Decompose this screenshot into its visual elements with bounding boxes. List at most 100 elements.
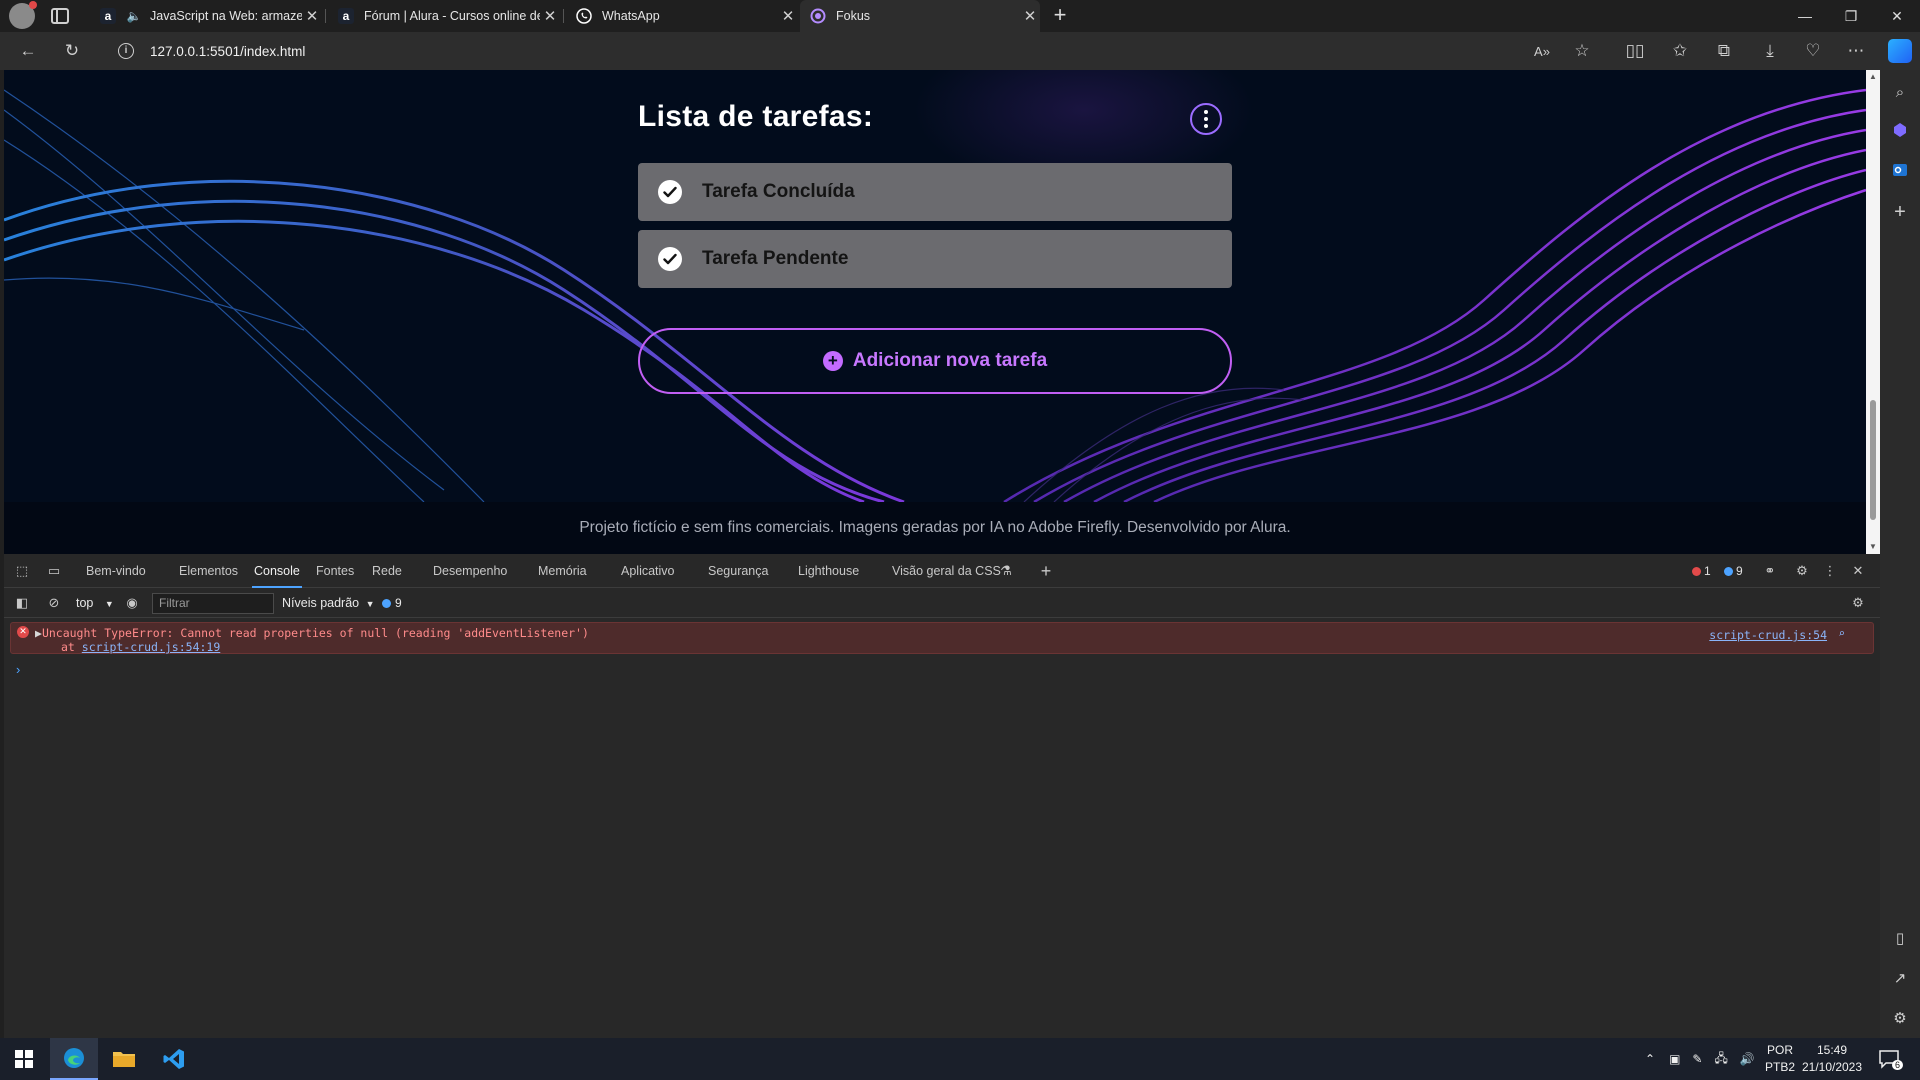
meet-now-icon[interactable]: ▣ (1669, 1052, 1680, 1066)
address-bar[interactable]: i 127.0.0.1:5501/index.html (106, 36, 1586, 66)
sidebar-panel-icon[interactable]: ▯ (1890, 928, 1910, 948)
edge-taskbar-icon[interactable] (50, 1038, 98, 1080)
refresh-icon[interactable]: ↻ (62, 41, 82, 61)
devtools-tab-performance[interactable]: Desempenho (433, 564, 507, 578)
filter-input[interactable]: Filtrar (152, 593, 274, 614)
sidebar-toggle-icon[interactable]: ◧ (14, 595, 30, 611)
split-screen-icon[interactable]: ▯▯ (1625, 41, 1645, 61)
console-prompt-icon[interactable]: › (16, 662, 20, 677)
site-info-icon[interactable]: i (118, 43, 134, 59)
connection-icon[interactable]: ⚭ (1762, 563, 1778, 579)
console-issues-button[interactable]: 9 (382, 596, 402, 610)
devtools-tab-welcome[interactable]: Bem-vindo (86, 564, 146, 578)
close-devtools-icon[interactable]: ✕ (1850, 563, 1866, 579)
external-link-icon[interactable]: ↗ (1890, 968, 1910, 988)
kebab-dot (1204, 117, 1208, 121)
language-indicator[interactable]: POR PTB2 (1765, 1038, 1795, 1080)
clock[interactable]: 15:49 21/10/2023 (1800, 1038, 1864, 1080)
context-label: top (76, 596, 94, 610)
fokus-icon (810, 8, 826, 24)
back-icon[interactable]: ← (18, 41, 38, 61)
notification-center-icon[interactable]: 6 (1878, 1038, 1904, 1080)
search-icon[interactable]: ⌕ (1838, 627, 1845, 640)
pen-icon[interactable]: ✎ (1692, 1052, 1702, 1066)
copilot-side-icon[interactable] (1890, 120, 1910, 140)
tab-title: Fórum | Alura - Cursos online de (364, 9, 540, 23)
more-options-button[interactable] (1190, 103, 1222, 135)
issue-count-badge[interactable]: 9 (1724, 564, 1743, 578)
favorites-icon[interactable]: ✩ (1670, 41, 1690, 61)
devtools-settings-icon[interactable]: ⚙ (1794, 563, 1810, 579)
scroll-down-arrow-icon[interactable]: ▼ (1869, 542, 1877, 551)
page-scrollbar[interactable]: ▲ ▼ (1866, 70, 1880, 554)
devtools-tab-elements[interactable]: Elementos (179, 564, 238, 578)
devtools-tab-application[interactable]: Aplicativo (621, 564, 675, 578)
devtools-tab-css-overview[interactable]: Visão geral da CSS (892, 564, 1001, 578)
log-levels-dropdown[interactable]: Níveis padrão ▼ (282, 596, 375, 610)
close-tab-icon[interactable]: ✕ (778, 7, 798, 25)
live-expression-eye-icon[interactable]: ◉ (124, 595, 140, 611)
inspect-element-icon[interactable]: ⬚ (14, 563, 30, 579)
levels-label: Níveis padrão (282, 596, 360, 610)
console-settings-icon[interactable]: ⚙ (1850, 595, 1866, 611)
speaker-icon[interactable]: 🔈 (126, 8, 142, 24)
stack-link[interactable]: script-crud.js:54:19 (82, 640, 220, 654)
check-circle-icon[interactable] (658, 247, 682, 271)
search-icon[interactable]: ⌕ (1890, 82, 1910, 102)
profile-avatar[interactable] (9, 1, 37, 29)
task-label: Tarefa Concluída (702, 181, 855, 202)
clear-console-icon[interactable]: ⊘ (46, 595, 62, 611)
check-circle-icon[interactable] (658, 180, 682, 204)
devtools-tab-security[interactable]: Segurança (708, 564, 768, 578)
new-tab-button[interactable]: + (1048, 4, 1072, 28)
expand-triangle-icon[interactable]: ▶ (35, 626, 42, 640)
outlook-icon[interactable] (1890, 160, 1910, 180)
file-explorer-icon[interactable] (100, 1038, 148, 1080)
close-tab-icon[interactable]: ✕ (302, 7, 322, 25)
task-item[interactable]: Tarefa Concluída (638, 163, 1232, 221)
restore-icon[interactable]: ❐ (1828, 0, 1874, 32)
start-button[interactable] (0, 1038, 48, 1080)
close-window-icon[interactable]: ✕ (1874, 0, 1920, 32)
sidebar-settings-icon[interactable]: ⚙ (1890, 1008, 1910, 1028)
clock-time: 15:49 (1816, 1043, 1848, 1057)
extensions-icon[interactable]: ♡ (1803, 41, 1823, 61)
devtools-tab-sources[interactable]: Fontes (316, 564, 354, 578)
minimize-icon[interactable]: — (1782, 0, 1828, 32)
browser-tab-4-active[interactable]: Fokus ✕ (800, 0, 1040, 32)
volume-icon[interactable]: 🔊 (1740, 1052, 1755, 1066)
more-menu-icon[interactable]: ⋯ (1846, 41, 1866, 61)
vscode-icon[interactable] (150, 1038, 198, 1080)
copilot-icon[interactable] (1888, 39, 1912, 63)
close-tab-icon[interactable]: ✕ (540, 7, 560, 25)
console-error-message[interactable]: ✕ ▶Uncaught TypeError: Cannot read prope… (10, 622, 1874, 654)
show-hidden-icons-icon[interactable]: ⌃ (1645, 1052, 1655, 1066)
devtools-tab-memory[interactable]: Memória (538, 564, 587, 578)
device-toolbar-icon[interactable]: ▭ (46, 563, 62, 579)
browser-tab-1[interactable]: a 🔈 JavaScript na Web: armazen ✕ (90, 0, 322, 32)
devtools-more-icon[interactable]: ⋮ (1822, 563, 1838, 579)
downloads-icon[interactable]: ⤓ (1760, 41, 1780, 61)
read-aloud-icon[interactable]: A» (1532, 41, 1552, 61)
network-icon[interactable]: 🖧 (1714, 1049, 1727, 1070)
browser-tab-3[interactable]: WhatsApp ✕ (566, 0, 798, 32)
add-tab-icon[interactable]: + (1038, 561, 1054, 581)
url-text[interactable]: 127.0.0.1:5501/index.html (150, 44, 305, 59)
flask-icon: ⚗ (1000, 563, 1012, 578)
scrollbar-thumb[interactable] (1870, 400, 1876, 520)
collections-icon[interactable]: ⧉ (1714, 41, 1734, 61)
browser-tab-2[interactable]: a Fórum | Alura - Cursos online de ✕ (328, 0, 560, 32)
error-source-link[interactable]: script-crud.js:54 (1709, 628, 1827, 642)
add-task-button[interactable]: + Adicionar nova tarefa (638, 328, 1232, 394)
devtools-tab-lighthouse[interactable]: Lighthouse (798, 564, 859, 578)
scroll-up-arrow-icon[interactable]: ▲ (1869, 72, 1877, 81)
close-tab-icon[interactable]: ✕ (1020, 7, 1040, 25)
devtools-tab-console[interactable]: Console (252, 564, 302, 588)
add-sidebar-app-icon[interactable]: + (1890, 201, 1910, 223)
task-item[interactable]: Tarefa Pendente (638, 230, 1232, 288)
devtools-tab-network[interactable]: Rede (372, 564, 402, 578)
favorite-star-icon[interactable]: ☆ (1572, 41, 1592, 61)
tab-actions-icon[interactable] (51, 8, 69, 24)
context-selector[interactable]: top ▼ (70, 593, 116, 613)
error-count-badge[interactable]: 1 (1692, 564, 1711, 578)
